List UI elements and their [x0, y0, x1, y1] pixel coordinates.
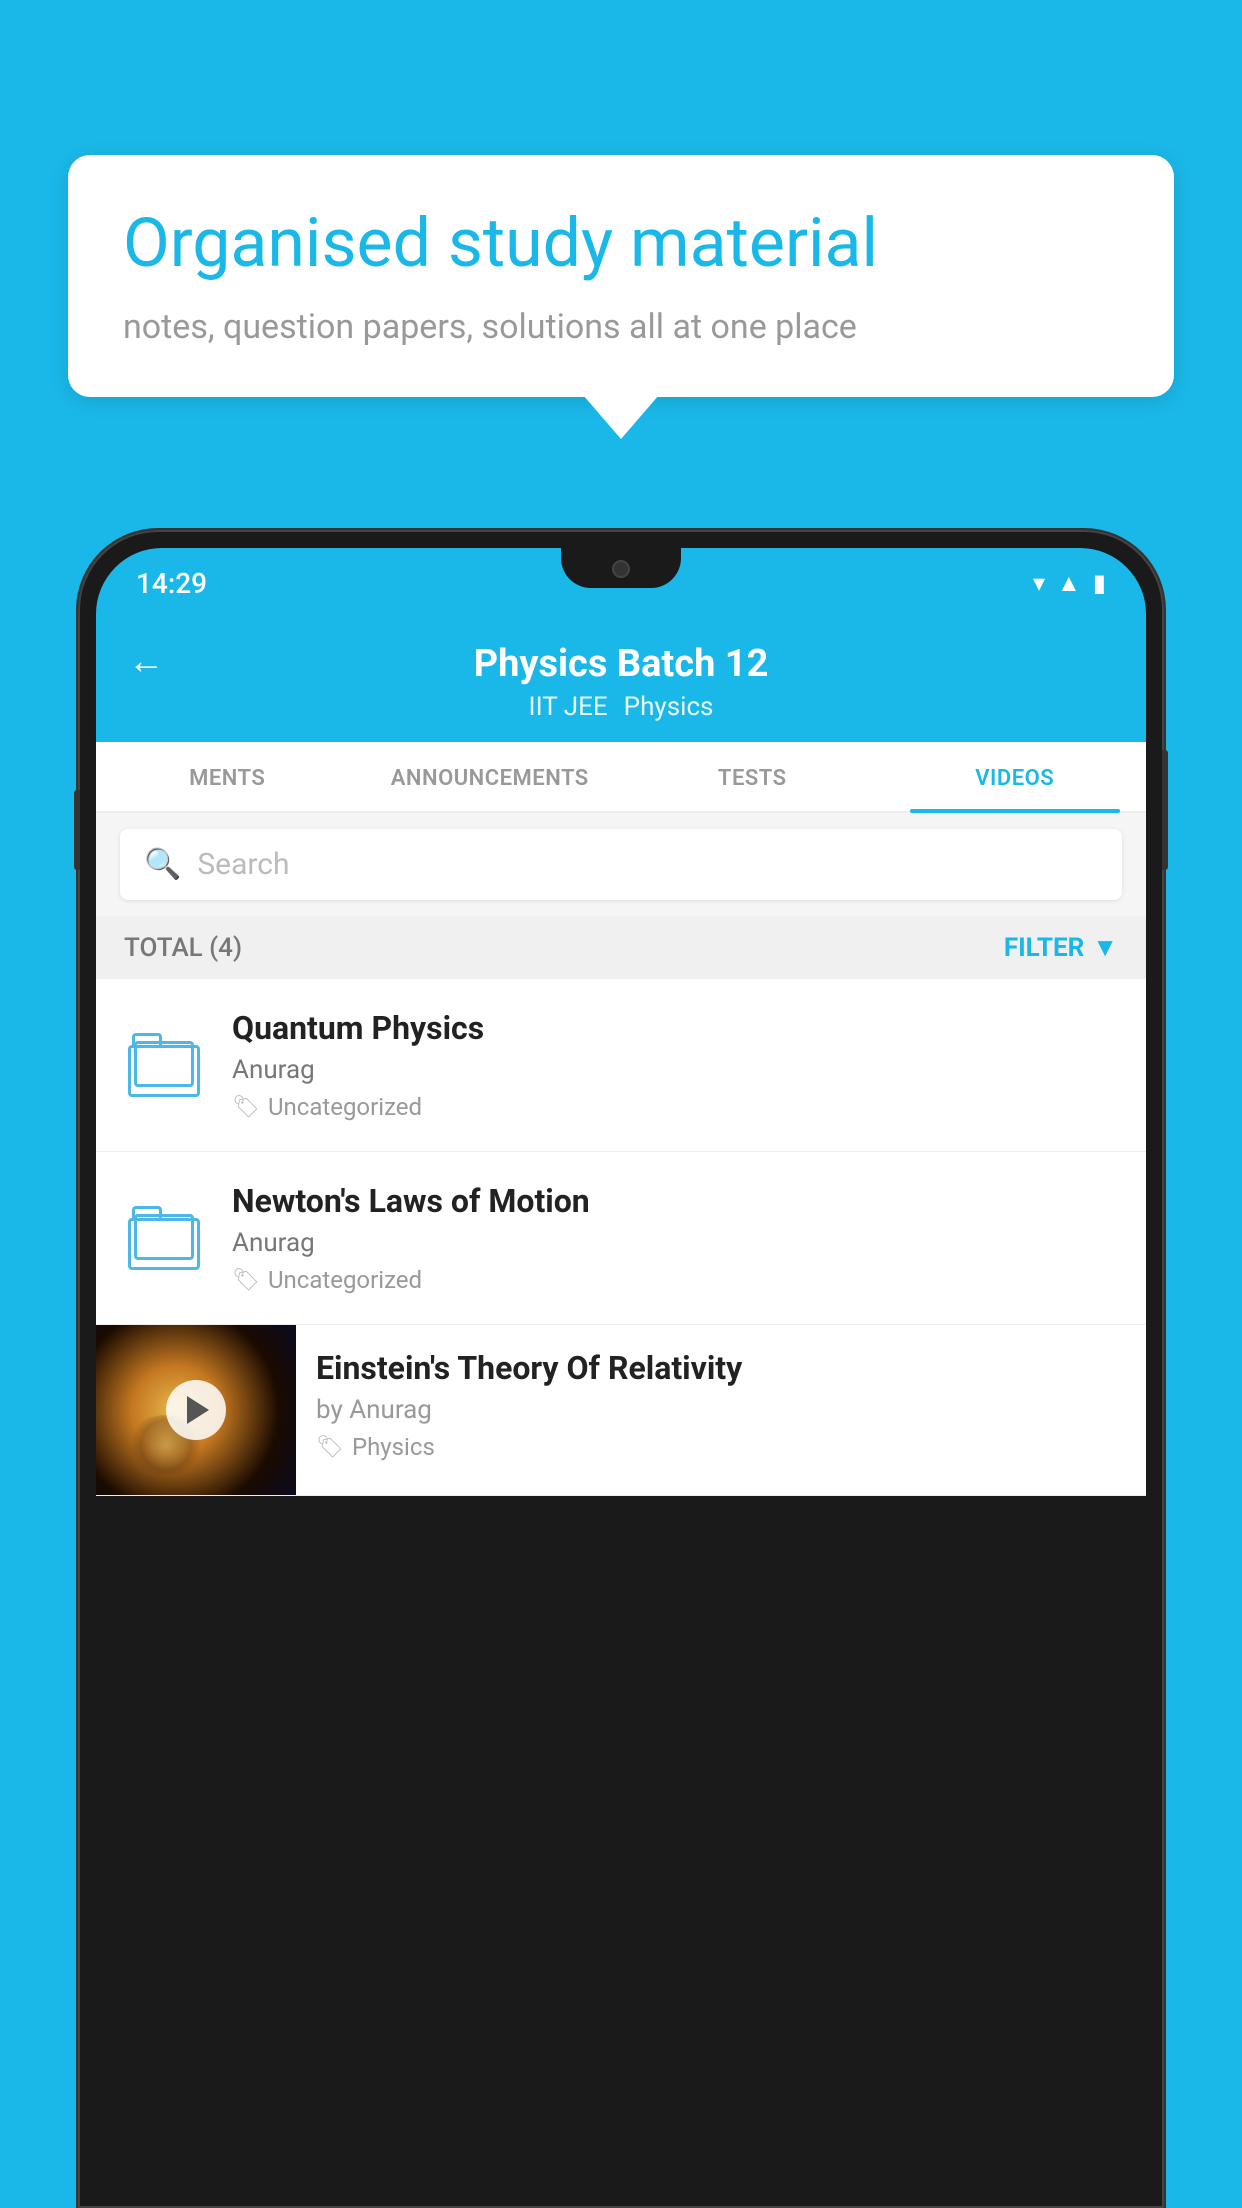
speech-bubble: Organised study material notes, question… [68, 155, 1174, 397]
filter-button[interactable]: FILTER ▼ [1004, 932, 1118, 963]
play-icon [187, 1396, 209, 1424]
tag-icon: 🏷 [316, 1435, 344, 1460]
folder-front [134, 1214, 194, 1260]
search-input[interactable]: 🔍 Search [120, 829, 1122, 900]
tab-bar: MENTS ANNOUNCEMENTS TESTS VIDEOS [96, 742, 1146, 813]
power-button [1162, 750, 1168, 870]
folder-icon [128, 1033, 200, 1097]
folder-front [134, 1041, 194, 1087]
list-item-video[interactable]: Einstein's Theory Of Relativity by Anura… [96, 1325, 1146, 1496]
list-header: TOTAL (4) FILTER ▼ [96, 916, 1146, 979]
video-author: by Anurag [316, 1395, 1126, 1425]
bubble-title: Organised study material [123, 203, 1119, 285]
phone-notch [561, 548, 681, 588]
video-tag-label: Physics [352, 1433, 435, 1461]
filter-icon: ▼ [1092, 932, 1118, 963]
search-icon: 🔍 [144, 847, 181, 882]
header-physics: Physics [624, 692, 714, 722]
signal-icon: ▲ [1057, 569, 1081, 598]
bubble-subtitle: notes, question papers, solutions all at… [123, 307, 1119, 347]
back-button[interactable]: ← [128, 640, 164, 682]
item-author: Anurag [232, 1055, 1118, 1085]
tag-icon: 🏷 [232, 1268, 260, 1293]
item-title: Quantum Physics [232, 1009, 1118, 1047]
tab-tests[interactable]: TESTS [621, 742, 884, 811]
video-details: Einstein's Theory Of Relativity by Anura… [296, 1325, 1146, 1481]
list-item[interactable]: Quantum Physics Anurag 🏷 Uncategorized [96, 979, 1146, 1152]
search-bar-container: 🔍 Search [96, 813, 1146, 916]
item-icon-wrap [124, 1198, 204, 1278]
tag-icon: 🏷 [232, 1095, 260, 1120]
tag-label: Uncategorized [268, 1266, 422, 1294]
tab-announcements[interactable]: ANNOUNCEMENTS [359, 742, 622, 811]
phone-device: 14:29 ▾ ▲ ▮ ← Physics Batch 12 IIT JEE P… [78, 530, 1164, 2208]
search-placeholder: Search [197, 847, 289, 882]
header-subtitle: IIT JEE Physics [529, 692, 714, 722]
volume-button [74, 790, 80, 870]
status-icons: ▾ ▲ ▮ [1033, 569, 1106, 598]
folder-icon [128, 1206, 200, 1270]
item-author: Anurag [232, 1228, 1118, 1258]
video-list: Quantum Physics Anurag 🏷 Uncategorized [96, 979, 1146, 1496]
front-camera [612, 560, 630, 578]
video-thumbnail [96, 1325, 296, 1495]
tag-label: Uncategorized [268, 1093, 422, 1121]
video-tag: 🏷 Physics [316, 1433, 1126, 1461]
item-title: Newton's Laws of Motion [232, 1182, 1118, 1220]
item-tag: 🏷 Uncategorized [232, 1266, 1118, 1294]
status-time: 14:29 [136, 567, 207, 600]
app-header: ← Physics Batch 12 IIT JEE Physics [96, 618, 1146, 742]
video-title: Einstein's Theory Of Relativity [316, 1349, 1126, 1387]
item-tag: 🏷 Uncategorized [232, 1093, 1118, 1121]
wifi-icon: ▾ [1033, 569, 1045, 597]
tab-ments[interactable]: MENTS [96, 742, 359, 811]
play-button[interactable] [166, 1380, 226, 1440]
item-details: Newton's Laws of Motion Anurag 🏷 Uncateg… [232, 1182, 1118, 1294]
header-iit-jee: IIT JEE [529, 692, 608, 722]
battery-icon: ▮ [1093, 569, 1106, 597]
tab-videos[interactable]: VIDEOS [884, 742, 1147, 811]
filter-label: FILTER [1004, 933, 1084, 963]
total-count: TOTAL (4) [124, 933, 242, 963]
item-details: Quantum Physics Anurag 🏷 Uncategorized [232, 1009, 1118, 1121]
header-title: Physics Batch 12 [474, 642, 769, 686]
phone-screen: 14:29 ▾ ▲ ▮ ← Physics Batch 12 IIT JEE P… [96, 548, 1146, 2190]
list-item[interactable]: Newton's Laws of Motion Anurag 🏷 Uncateg… [96, 1152, 1146, 1325]
item-icon-wrap [124, 1025, 204, 1105]
